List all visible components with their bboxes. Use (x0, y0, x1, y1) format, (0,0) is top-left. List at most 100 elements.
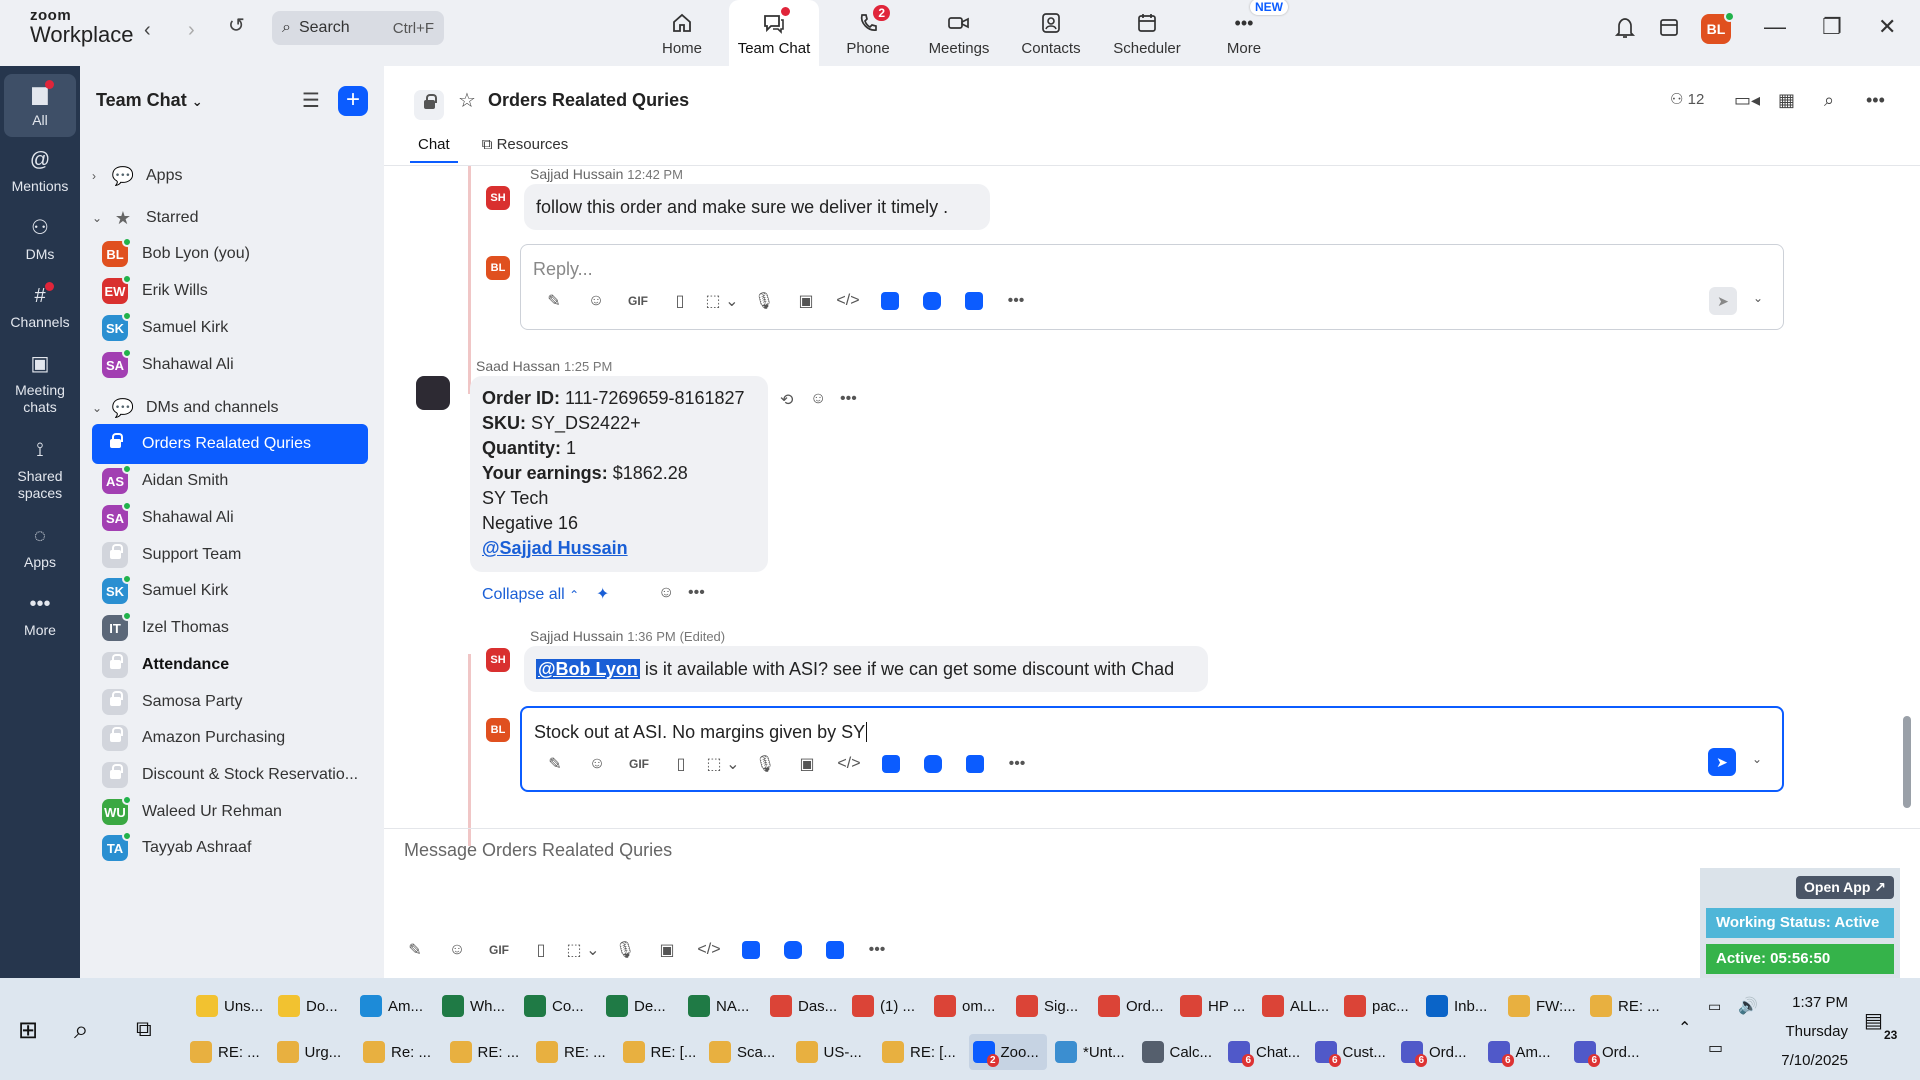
app-icon-1[interactable] (870, 754, 912, 773)
file-icon[interactable]: ▯ (660, 754, 702, 774)
taskbar-app[interactable]: Ord... (1098, 988, 1172, 1024)
taskbar-app[interactable]: 2 Zoo... (968, 1034, 1047, 1070)
ai-sparkle-icon[interactable]: ✦ (596, 584, 609, 604)
mention-link[interactable]: @Bob Lyon (536, 659, 640, 679)
rail-shared-spaces[interactable]: ⟟ Shared spaces (4, 438, 76, 502)
nav-meetings[interactable]: Meetings (924, 0, 994, 66)
app-icon-2[interactable] (911, 291, 953, 310)
file-icon[interactable]: ▯ (659, 291, 701, 311)
sidebar-item[interactable]: Samosa Party (92, 682, 368, 722)
notification-icon[interactable]: ▤ (1864, 1008, 1883, 1033)
forward-icon[interactable]: › (188, 20, 195, 40)
sidebar-item[interactable]: SK Samuel Kirk (92, 571, 368, 611)
avatar[interactable]: SH (486, 186, 510, 210)
taskbar-app[interactable]: pac... (1344, 988, 1418, 1024)
more-icon[interactable]: ••• (688, 584, 705, 602)
mention-link[interactable]: @Sajjad Hussain (482, 536, 756, 561)
scrollbar[interactable] (1902, 168, 1912, 808)
taskbar-app[interactable]: 6 Chat... (1228, 1034, 1307, 1070)
taskbar-app[interactable]: RE: ... (1590, 988, 1664, 1024)
taskbar-app[interactable]: FW:... (1508, 988, 1582, 1024)
sidebar-group-starred[interactable]: ⌄ ★ Starred (92, 198, 368, 238)
screenshot-icon[interactable]: ⬚ ⌄ (562, 940, 604, 960)
video-message-icon[interactable]: ▣ (646, 940, 688, 960)
more-icon[interactable]: ••• (996, 755, 1038, 773)
screenshot-icon[interactable]: ⬚ ⌄ (702, 754, 744, 774)
windows-start-icon[interactable]: ⊞ (18, 1016, 38, 1045)
back-icon[interactable]: ‹ (144, 20, 151, 40)
rail-channels[interactable]: # Channels (4, 282, 76, 331)
format-icon[interactable]: ✎ (534, 754, 576, 774)
taskbar-app[interactable]: ALL... (1262, 988, 1336, 1024)
nav-scheduler[interactable]: Scheduler (1112, 0, 1182, 66)
send-button[interactable]: ➤ (1709, 287, 1737, 315)
send-button[interactable]: ➤ (1708, 748, 1736, 776)
gif-button[interactable]: GIF (617, 294, 659, 308)
task-view-icon[interactable]: ⧉ (136, 1016, 152, 1042)
battery-icon[interactable]: ▭ (1708, 998, 1721, 1015)
nav-contacts[interactable]: Contacts (1018, 0, 1084, 66)
taskbar-app[interactable]: RE: ... (449, 1034, 529, 1070)
compose-input[interactable]: Message Orders Realated Quries (404, 840, 672, 861)
members-button[interactable]: ⚇ 12 (1670, 90, 1704, 108)
sidebar-item[interactable]: TA Tayyab Ashraaf (92, 828, 368, 868)
sidebar-item[interactable]: SK Samuel Kirk (92, 308, 368, 348)
reply-box[interactable]: Reply... ✎ ☺ GIF ▯ ⬚ ⌄ 🎙 ▣ </> ••• ➤ ⌄ (520, 244, 1784, 330)
sidebar-item[interactable]: Amazon Purchasing (92, 718, 368, 758)
filter-icon[interactable]: ☰ (302, 88, 320, 113)
network-icon[interactable]: ▭ (1708, 1038, 1723, 1058)
minimize-icon[interactable]: — (1764, 14, 1786, 40)
gif-button[interactable]: GIF (478, 943, 520, 957)
calendar-icon[interactable] (1658, 16, 1680, 42)
reply-input[interactable]: Stock out at ASI. No margins given by SY (534, 722, 868, 743)
gif-button[interactable]: GIF (618, 757, 660, 771)
taskbar-app[interactable]: Sca... (709, 1034, 788, 1070)
taskbar-app[interactable]: Urg... (276, 1034, 356, 1070)
mic-icon[interactable]: 🎙 (604, 940, 646, 960)
rail-more[interactable]: ••• More (4, 592, 76, 639)
rail-all[interactable]: ▆ All (4, 74, 76, 137)
chevron-up-icon[interactable]: ⌃ (1678, 1018, 1691, 1038)
history-icon[interactable]: ↺ (228, 16, 245, 36)
chevron-down-icon[interactable]: ⌄ (1753, 291, 1763, 305)
taskbar-app[interactable]: 6 Ord... (1574, 1034, 1653, 1070)
rail-mentions[interactable]: @ Mentions (4, 148, 76, 195)
taskbar-app[interactable]: De... (606, 988, 680, 1024)
sidebar-item[interactable]: EW Erik Wills (92, 271, 368, 311)
new-chat-button[interactable]: + (338, 86, 368, 116)
app-icon-3[interactable] (814, 940, 856, 959)
emoji-icon[interactable]: ☺ (575, 292, 617, 310)
taskbar-app[interactable]: Sig... (1016, 988, 1090, 1024)
more-options-icon[interactable]: ••• (1866, 90, 1885, 111)
collapse-all-button[interactable]: Collapse all ⌃ (482, 586, 579, 604)
taskbar-app[interactable]: RE: [... (882, 1034, 961, 1070)
nav-team-chat[interactable]: Team Chat (729, 0, 819, 66)
more-icon[interactable]: ••• (856, 941, 898, 959)
search-icon[interactable]: ⌕ (74, 1014, 89, 1046)
message-bubble[interactable]: Order ID: 111-7269659-8161827 SKU: SY_DS… (470, 376, 768, 572)
nav-more[interactable]: ••• NEW More (1222, 0, 1288, 66)
taskbar-app[interactable]: *Unt... (1055, 1034, 1134, 1070)
close-icon[interactable]: ✕ (1878, 14, 1896, 40)
taskbar-app[interactable]: Inb... (1426, 988, 1500, 1024)
working-status[interactable]: Working Status: Active (1706, 908, 1894, 938)
channel-title[interactable]: Orders Realated Quries (488, 90, 689, 111)
mic-icon[interactable]: 🎙 (744, 754, 786, 774)
video-message-icon[interactable]: ▣ (785, 291, 827, 311)
taskbar-app[interactable]: Calc... (1141, 1034, 1221, 1070)
rail-apps[interactable]: ◌ Apps (4, 524, 76, 571)
emoji-icon[interactable]: ☺ (576, 755, 618, 773)
format-icon[interactable]: ✎ (394, 940, 436, 960)
taskbar-app[interactable]: RE: ... (536, 1034, 615, 1070)
chevron-down-icon[interactable]: ⌄ (1752, 752, 1762, 766)
avatar[interactable]: SH (486, 648, 510, 672)
taskbar-app[interactable]: om... (934, 988, 1008, 1024)
taskbar-app[interactable]: 6 Cust... (1314, 1034, 1394, 1070)
video-call-icon[interactable]: ▭◂ (1734, 90, 1760, 111)
app-icon-1[interactable] (869, 291, 911, 310)
app-icon-2[interactable] (772, 940, 814, 959)
sidebar-item[interactable]: AS Aidan Smith (92, 461, 368, 501)
sidebar-item[interactable]: WU Waleed Ur Rehman (92, 792, 368, 832)
taskbar-app[interactable]: Wh... (442, 988, 516, 1024)
sidebar-group-dms-and-channels[interactable]: ⌄ 💬 DMs and channels (92, 388, 368, 428)
